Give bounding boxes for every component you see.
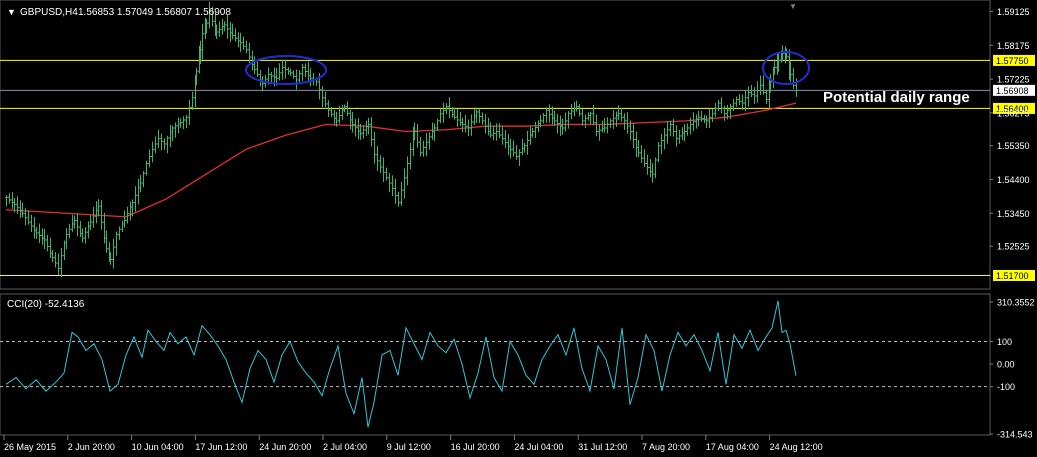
time-tick-label: 24 Jul 04:00 bbox=[514, 442, 563, 452]
time-tick-label: 17 Aug 04:00 bbox=[706, 442, 759, 452]
time-tick-label: 26 May 2015 bbox=[4, 442, 56, 452]
symbol-label: GBPUSD,H4 bbox=[20, 7, 78, 18]
price-tick-label: 1.59125 bbox=[997, 7, 1030, 17]
price-level-tag: 1.56908 bbox=[993, 84, 1035, 96]
price-tick-label: 1.57225 bbox=[997, 75, 1030, 85]
chart-root: Potential daily range ▼ GBPUSD,H4 1.5685… bbox=[0, 0, 1037, 457]
chart-canvas: Potential daily range ▼ GBPUSD,H4 1.5685… bbox=[0, 0, 1035, 452]
price-tick-label: 1.52525 bbox=[997, 242, 1030, 252]
price-panel: Potential daily range ▼ GBPUSD,H4 1.5685… bbox=[0, 0, 991, 290]
time-tick-label: 2 Jul 04:00 bbox=[323, 442, 367, 452]
time-tick-label: 24 Jun 20:00 bbox=[259, 442, 311, 452]
cci-tick-label: -100 bbox=[997, 382, 1015, 392]
cci-tick-label: 0.00 bbox=[997, 360, 1015, 370]
time-tick-label: 10 Jun 04:00 bbox=[132, 442, 184, 452]
price-panel-border bbox=[0, 0, 991, 290]
price-tick-label: 1.54400 bbox=[997, 175, 1030, 185]
dropdown-triangle-icon[interactable]: ▼ bbox=[7, 7, 16, 17]
price-tick-label: 1.56275 bbox=[997, 108, 1030, 118]
annotation-text: Potential daily range bbox=[823, 89, 970, 106]
time-tick-label: 31 Jul 12:00 bbox=[578, 442, 627, 452]
cci-tick-label: 310.3552 bbox=[997, 298, 1035, 308]
cci-tick-label: 100 bbox=[997, 337, 1012, 347]
shift-marker-icon[interactable]: ▼ bbox=[789, 2, 797, 11]
cci-panel: CCI(20) -52.4136 bbox=[0, 293, 991, 436]
price-tag-label: 1.57750 bbox=[996, 56, 1029, 66]
time-tick-label: 7 Aug 20:00 bbox=[642, 442, 690, 452]
time-tick-label: 17 Jun 12:00 bbox=[195, 442, 247, 452]
time-tick-label: 9 Jul 12:00 bbox=[387, 442, 431, 452]
price-tick-label: 1.53450 bbox=[997, 209, 1030, 219]
time-tick-label: 24 Aug 12:00 bbox=[770, 442, 823, 452]
price-axis: 1.577501.569081.564001.517001.591251.581… bbox=[990, 7, 1035, 281]
price-tag-label: 1.56908 bbox=[996, 86, 1029, 96]
cci-tick-label: -314.543 bbox=[997, 430, 1033, 440]
cci-axis: 310.3552 100 0.00 -100 -314.543 bbox=[990, 298, 1035, 440]
price-tick-label: 1.58175 bbox=[997, 41, 1030, 51]
price-tag-label: 1.51700 bbox=[996, 271, 1029, 281]
ohlc-label: 1.56853 1.57049 1.56807 1.56908 bbox=[78, 7, 231, 18]
price-level-tag: 1.57750 bbox=[993, 54, 1035, 66]
cci-label: CCI(20) -52.4136 bbox=[7, 299, 85, 310]
cci-panel-border bbox=[0, 293, 991, 436]
price-level-tag: 1.51700 bbox=[993, 269, 1035, 281]
time-axis: 26 May 2015 2 Jun 20:00 10 Jun 04:00 17 Jun… bbox=[3, 435, 823, 452]
time-tick-label: 16 Jul 20:00 bbox=[451, 442, 500, 452]
time-tick-label: 2 Jun 20:00 bbox=[68, 442, 115, 452]
price-tick-label: 1.55350 bbox=[997, 141, 1030, 151]
